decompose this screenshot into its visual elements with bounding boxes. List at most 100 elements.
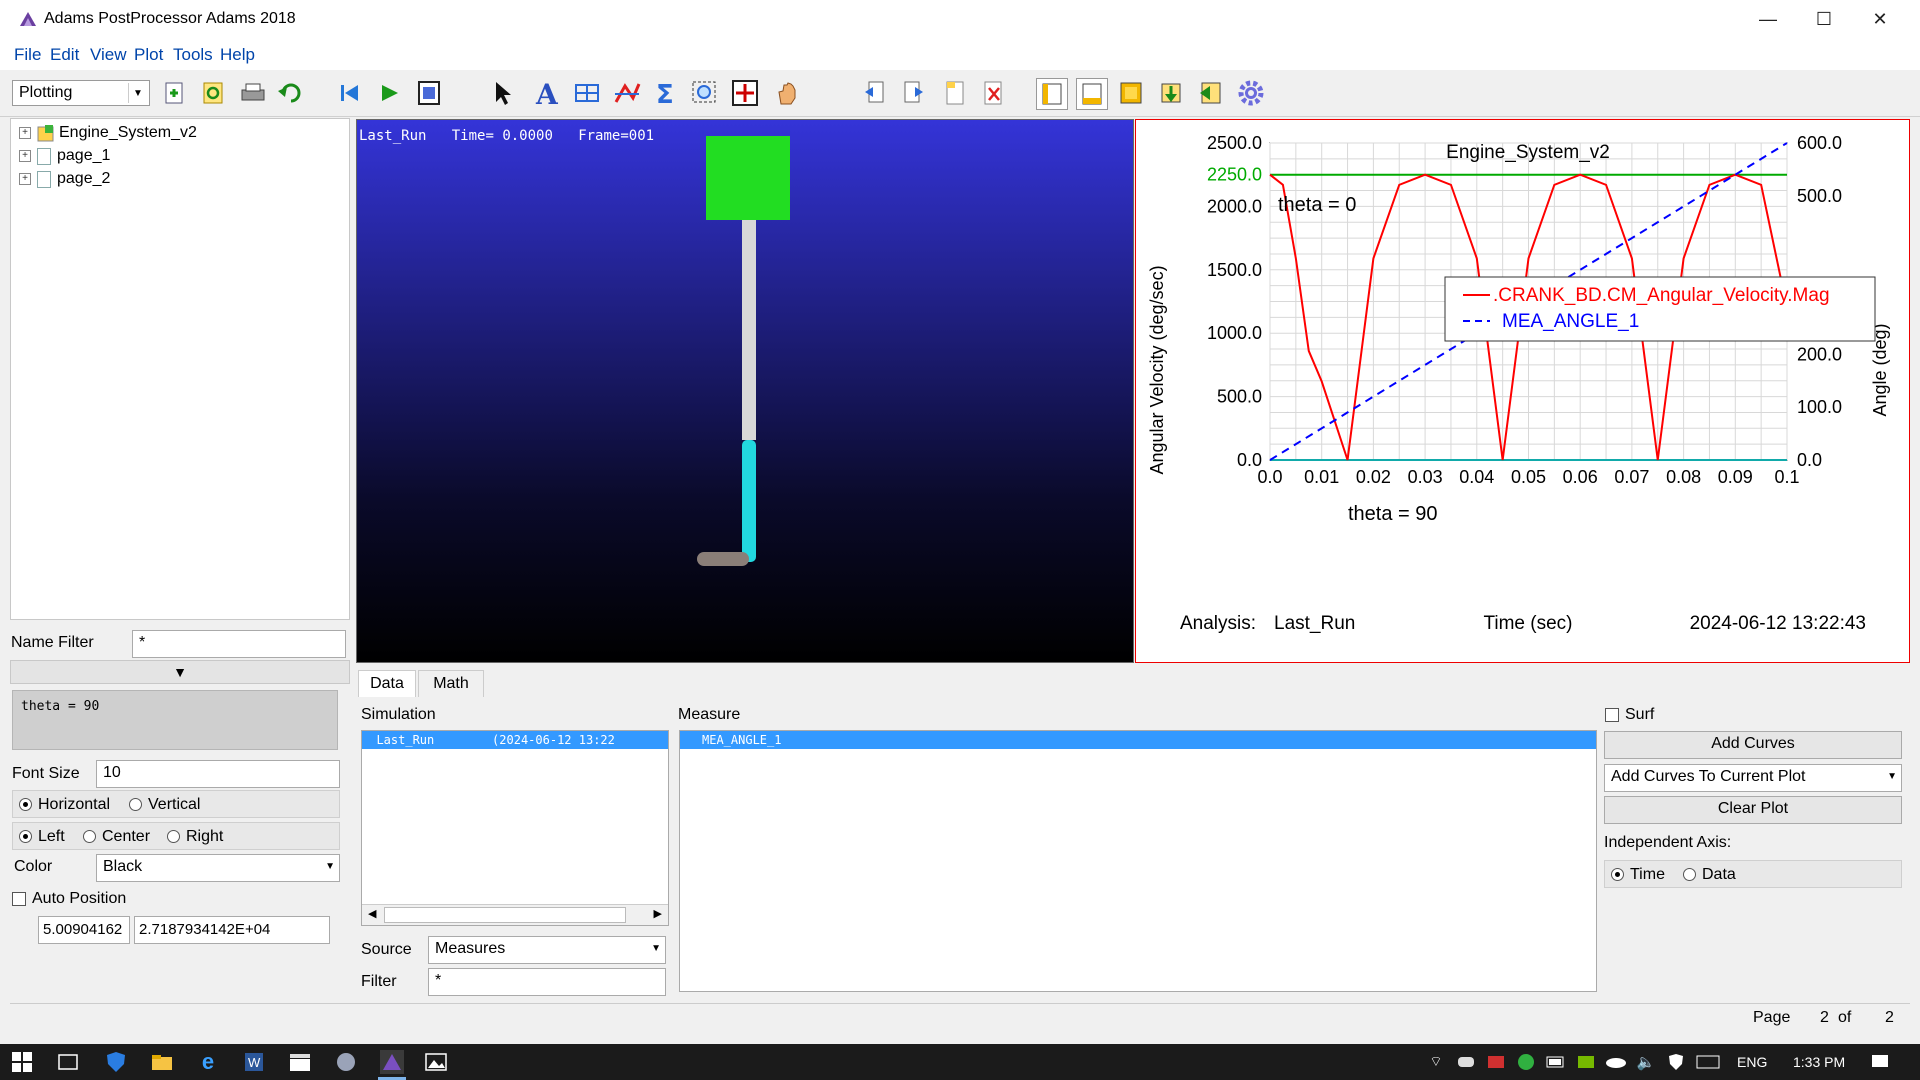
statistics-button[interactable]: Σ [650,78,680,108]
clear-plot-button[interactable]: Clear Plot [1604,796,1902,824]
align-right-radio[interactable]: Right [167,828,223,846]
add-mode-select[interactable]: Add Curves To Current Plot ▼ [1604,764,1902,792]
align-center-radio[interactable]: Center [83,828,150,846]
measure-item[interactable]: MEA_ANGLE_1 [680,731,1596,749]
orientation-vertical-radio[interactable]: Vertical [129,796,200,814]
align-left-radio[interactable]: Left [19,828,65,846]
task-view-button[interactable] [56,1050,80,1074]
menu-help[interactable]: Help [220,45,255,65]
tray-volume[interactable]: 🔈 [1634,1050,1658,1074]
taskbar-photos[interactable] [424,1050,448,1074]
name-filter-input[interactable]: * [132,630,346,658]
tray-battery[interactable] [1544,1050,1568,1074]
taskbar-media[interactable] [288,1050,312,1074]
expand-icon[interactable]: + [19,150,31,162]
tray-onedrive[interactable] [1604,1050,1628,1074]
color-select[interactable]: Black ▼ [96,854,340,882]
tab-math[interactable]: Math [418,670,484,697]
menu-file[interactable]: File [14,45,41,65]
tray-wifi[interactable]: ⌔ [1424,1050,1448,1074]
position-x-input[interactable]: 5.00904162 [38,916,130,944]
menu-tools[interactable]: Tools [173,45,213,65]
position-y-input[interactable]: 2.7187934142E+04 [134,916,330,944]
next-page-button[interactable] [898,78,928,108]
font-size-input[interactable]: 10 [96,760,340,788]
pan-button[interactable] [772,78,802,108]
print-button[interactable] [238,78,268,108]
fit-button[interactable] [730,78,760,108]
plot-panel[interactable]: 0.0 500.0 1000.0 1500.0 2000.0 2500.0 0.0 100.… [1135,119,1910,663]
tray-defender[interactable] [1664,1050,1688,1074]
scroll-left-icon[interactable]: ◀ [368,907,376,920]
exit-button[interactable] [1196,78,1226,108]
tree-item-engine-system[interactable]: + Engine_System_v2 [11,122,197,144]
previous-page-button[interactable] [860,78,890,108]
menu-view[interactable]: View [90,45,127,65]
layout-stack-button[interactable] [1076,78,1108,110]
undo-button[interactable] [276,78,306,108]
annotation-text-area[interactable]: theta = 90 [12,690,338,750]
filter-input[interactable]: * [428,968,666,996]
simulation-item[interactable]: Last_Run (2024-06-12 13:22 [362,731,668,749]
curve-edit-button[interactable] [612,78,642,108]
measure-list[interactable]: MEA_ANGLE_1 [679,730,1597,992]
animation-viewport[interactable]: Last_Run Time= 0.0000 Frame=001 [356,119,1134,663]
expand-icon[interactable]: + [19,173,31,185]
animation-controls-button[interactable] [414,78,444,108]
taskbar-explorer[interactable] [150,1050,174,1074]
scroll-right-icon[interactable]: ▶ [654,907,662,920]
grid-tool-button[interactable] [572,78,602,108]
orientation-horizontal-radio[interactable]: Horizontal [19,796,110,814]
maximize-button[interactable]: ☐ [1796,0,1852,38]
collapse-toggle[interactable]: ▼ [10,660,350,684]
reload-button[interactable] [198,78,228,108]
taskbar-defender[interactable] [104,1050,128,1074]
indep-time-radio[interactable]: Time [1611,866,1665,884]
horizontal-scrollbar[interactable]: ◀ ▶ [362,904,668,925]
indep-data-radio[interactable]: Data [1683,866,1736,884]
taskbar-edge[interactable]: e [196,1049,220,1074]
tray-keyboard[interactable] [1696,1050,1720,1074]
minimize-button[interactable]: — [1740,0,1796,38]
source-select[interactable]: Measures ▼ [428,936,666,964]
delete-page-button[interactable] [978,78,1008,108]
new-page-button[interactable] [160,78,190,108]
settings-button[interactable] [1236,78,1266,108]
menu-edit[interactable]: Edit [50,45,79,65]
create-page-button[interactable] [940,78,970,108]
start-button[interactable] [10,1050,34,1074]
zoom-box-button[interactable] [690,78,720,108]
tray-language[interactable]: ENG [1737,1054,1767,1070]
tray-nvidia[interactable] [1574,1050,1598,1074]
select-tool-button[interactable] [488,78,518,108]
tree-item-page-2[interactable]: + page_2 [11,168,110,190]
tree-item-page-1[interactable]: + page_1 [11,145,110,167]
close-button[interactable]: ✕ [1852,0,1908,38]
taskbar-word[interactable]: W [242,1050,266,1074]
tray-app-red[interactable] [1484,1050,1508,1074]
expand-icon[interactable]: + [19,127,31,139]
mode-select[interactable]: Plotting ▼ [12,80,150,106]
surf-checkbox[interactable]: Surf [1605,706,1654,724]
import-button[interactable] [1156,78,1186,108]
tray-clock[interactable]: 1:33 PM [1793,1054,1845,1070]
scrollbar-thumb[interactable] [384,907,626,923]
simulation-list[interactable]: Last_Run (2024-06-12 13:22 ◀ ▶ [361,730,669,926]
layout-frame-button[interactable] [1116,78,1146,108]
legend[interactable]: .CRANK_BD.CM_Angular_Velocity.Mag MEA_AN… [1444,276,1876,342]
add-curves-button[interactable]: Add Curves [1604,731,1902,759]
annotation-theta-0[interactable]: theta = 0 [1278,194,1356,216]
auto-position-checkbox[interactable]: Auto Position [12,890,126,908]
menu-plot[interactable]: Plot [134,45,163,65]
play-button[interactable] [374,78,404,108]
text-tool-button[interactable]: A [532,78,562,108]
taskbar-app[interactable] [334,1050,358,1074]
action-center-button[interactable] [1868,1050,1892,1074]
rewind-button[interactable] [334,78,364,108]
taskbar-adams[interactable] [380,1050,404,1074]
layout-single-button[interactable] [1036,78,1068,110]
tray-security[interactable] [1514,1050,1538,1074]
tray-discord[interactable] [1454,1050,1478,1074]
annotation-theta-90[interactable]: theta = 90 [1348,503,1438,525]
tab-data[interactable]: Data [358,670,416,697]
